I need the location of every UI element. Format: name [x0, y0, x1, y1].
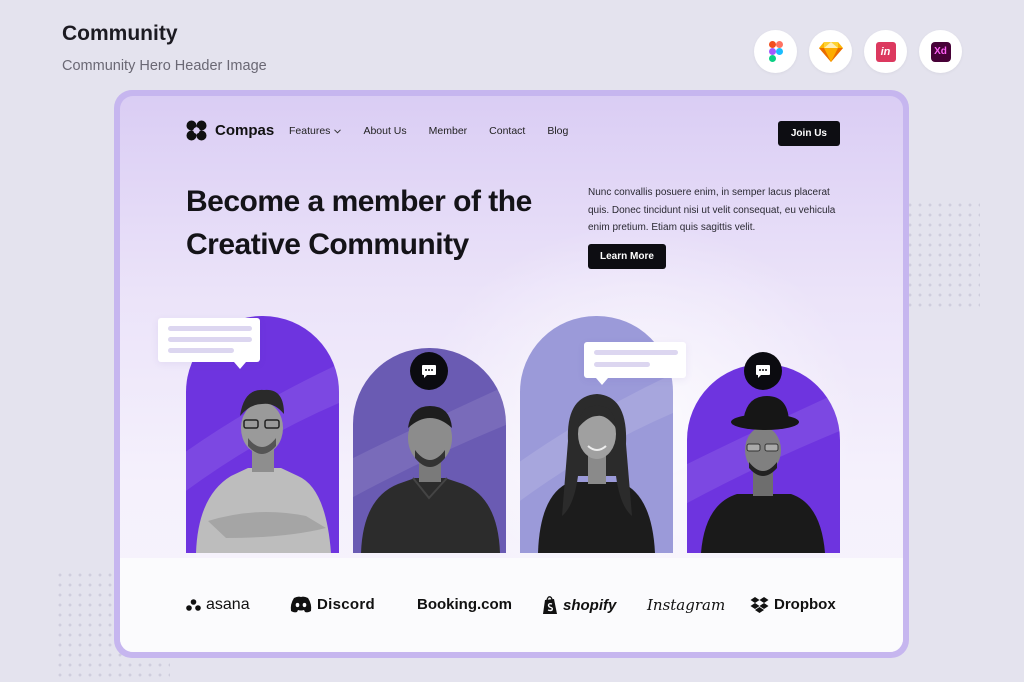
figma-icon[interactable]: [754, 30, 797, 73]
nav-links: Features About Us Member Contact Blog: [289, 125, 590, 137]
brand-dropbox: Dropbox: [750, 596, 836, 613]
tool-icons: in Xd: [754, 30, 962, 73]
hero-description: Nunc convallis posuere enim, in semper l…: [588, 187, 836, 233]
compas-logo-icon: [186, 120, 207, 141]
sketch-icon[interactable]: [809, 30, 852, 73]
asana-icon: [186, 599, 201, 611]
xd-icon[interactable]: Xd: [919, 30, 962, 73]
discord-icon: [290, 596, 312, 613]
chevron-down-icon: [334, 128, 342, 134]
brand-shopify: shopify: [542, 596, 616, 615]
brand-asana: asana: [186, 596, 250, 614]
shopify-icon: [543, 596, 557, 614]
speech-bubble: [584, 342, 686, 385]
speech-bubble: [158, 318, 260, 369]
xd-logo: Xd: [930, 41, 951, 62]
partner-logos: asana Discord Booking.com shopify Instag…: [120, 558, 903, 652]
nav-item-features[interactable]: Features: [289, 125, 342, 137]
member-photo-4: [701, 396, 825, 553]
invision-icon[interactable]: in: [864, 30, 907, 73]
page-title: Community: [62, 22, 178, 45]
brand-booking: Booking.com: [417, 596, 513, 613]
site-navbar: Compas Features About Us Member Contact …: [186, 117, 840, 147]
brand-discord: Discord: [290, 596, 375, 613]
brand-instagram: Instagram: [647, 596, 726, 614]
preview-frame: Compas Features About Us Member Contact …: [114, 90, 909, 658]
chat-icon[interactable]: [744, 352, 782, 390]
hero-title: Become a member of the Creative Communit…: [186, 185, 532, 261]
nav-item-about-us[interactable]: About Us: [363, 125, 406, 137]
member-card-4: [687, 364, 840, 553]
decor-dots-right: [905, 200, 980, 310]
nav-item-member[interactable]: Member: [429, 125, 468, 137]
invision-logo: in: [875, 41, 896, 62]
nav-item-contact[interactable]: Contact: [489, 125, 525, 137]
page-subtitle: Community Hero Header Image: [62, 58, 267, 74]
nav-item-blog[interactable]: Blog: [547, 125, 568, 137]
dropbox-icon: [750, 597, 769, 613]
join-us-button[interactable]: Join Us: [777, 121, 840, 146]
logo-text: Compas: [215, 122, 275, 139]
learn-more-button[interactable]: Learn More: [588, 244, 666, 269]
landing-page-screen: Compas Features About Us Member Contact …: [120, 96, 903, 652]
site-logo[interactable]: Compas: [186, 120, 274, 141]
chat-icon[interactable]: [410, 352, 448, 390]
